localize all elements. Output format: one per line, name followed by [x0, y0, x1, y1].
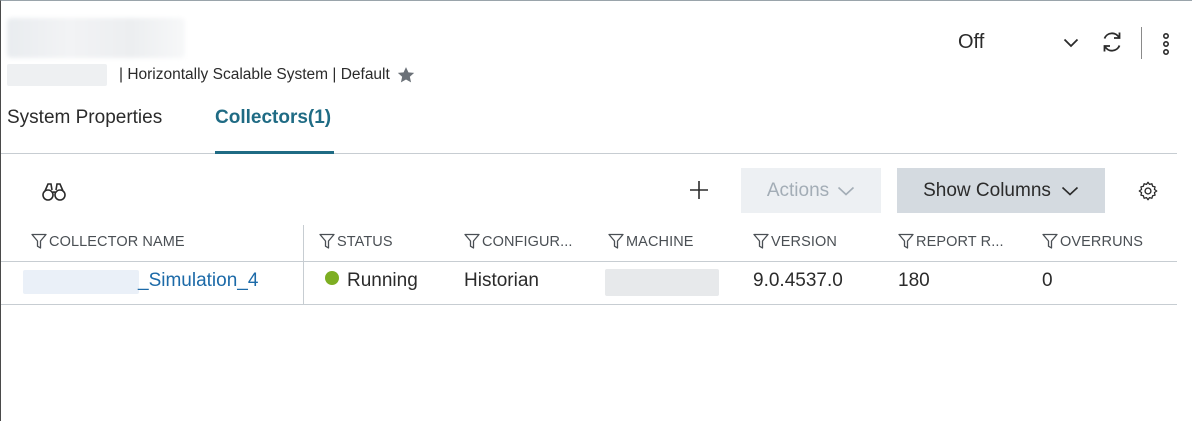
chevron-down-icon[interactable] — [1063, 37, 1079, 49]
status-cell: Running — [325, 270, 418, 292]
machine-cell-redacted — [605, 269, 719, 296]
column-header-collector-name[interactable]: COLLECTOR NAME — [31, 233, 185, 250]
filter-icon[interactable] — [753, 233, 769, 250]
actions-button[interactable]: Actions — [741, 168, 881, 213]
collector-name-link[interactable]: _Simulation_4 — [138, 270, 258, 292]
tab-system-properties[interactable]: System Properties — [7, 107, 162, 129]
system-title-redacted — [7, 18, 185, 58]
column-header-configuration[interactable]: CONFIGUR... — [464, 233, 573, 250]
active-tab-indicator — [215, 151, 334, 154]
column-header-version[interactable]: VERSION — [753, 233, 837, 250]
configuration-cell: Historian — [464, 270, 539, 291]
system-subtitle: | Horizontally Scalable System | Default — [119, 66, 390, 83]
gear-icon[interactable] — [1137, 180, 1159, 202]
table-row[interactable]: _Simulation_4 Running Historian 9.0.4537… — [1, 262, 1177, 305]
system-name-redacted — [7, 64, 107, 86]
column-header-report-rate[interactable]: REPORT R... — [898, 233, 1004, 250]
header-divider — [1141, 27, 1142, 59]
system-subtitle-row: | Horizontally Scalable System | Default — [7, 63, 416, 87]
mode-select-value[interactable]: Off — [958, 31, 984, 54]
chevron-down-icon — [1061, 186, 1078, 196]
table-header: COLLECTOR NAME STATUS CONFIGUR... MACHIN… — [1, 225, 1177, 262]
filter-icon[interactable] — [464, 233, 480, 250]
show-columns-label: Show Columns — [923, 179, 1051, 201]
chevron-down-icon — [838, 186, 855, 196]
tab-collectors[interactable]: Collectors(1) — [215, 107, 331, 129]
filter-icon[interactable] — [319, 233, 335, 250]
status-running-dot — [325, 271, 339, 285]
filter-icon[interactable] — [31, 233, 47, 250]
column-header-status[interactable]: STATUS — [319, 233, 393, 250]
column-header-machine[interactable]: MACHINE — [608, 233, 694, 250]
filter-icon[interactable] — [608, 233, 624, 250]
actions-label: Actions — [766, 179, 830, 201]
more-vertical-icon[interactable] — [1161, 32, 1171, 56]
plus-icon[interactable] — [688, 179, 710, 201]
filter-icon[interactable] — [1042, 233, 1058, 250]
show-columns-button[interactable]: Show Columns — [897, 168, 1105, 213]
app-frame: | Horizontally Scalable System | Default… — [0, 0, 1192, 421]
report-rate-cell: 180 — [898, 270, 930, 291]
filter-icon[interactable] — [898, 233, 914, 250]
version-cell: 9.0.4537.0 — [753, 270, 843, 291]
column-header-overruns[interactable]: OVERRUNS — [1042, 233, 1143, 250]
tab-bar: System Properties Collectors(1) — [1, 101, 1177, 154]
collector-name-redacted — [23, 270, 139, 294]
star-icon[interactable] — [396, 65, 416, 85]
refresh-icon[interactable] — [1099, 29, 1125, 55]
overruns-cell: 0 — [1042, 270, 1053, 291]
binoculars-icon[interactable] — [41, 181, 67, 203]
